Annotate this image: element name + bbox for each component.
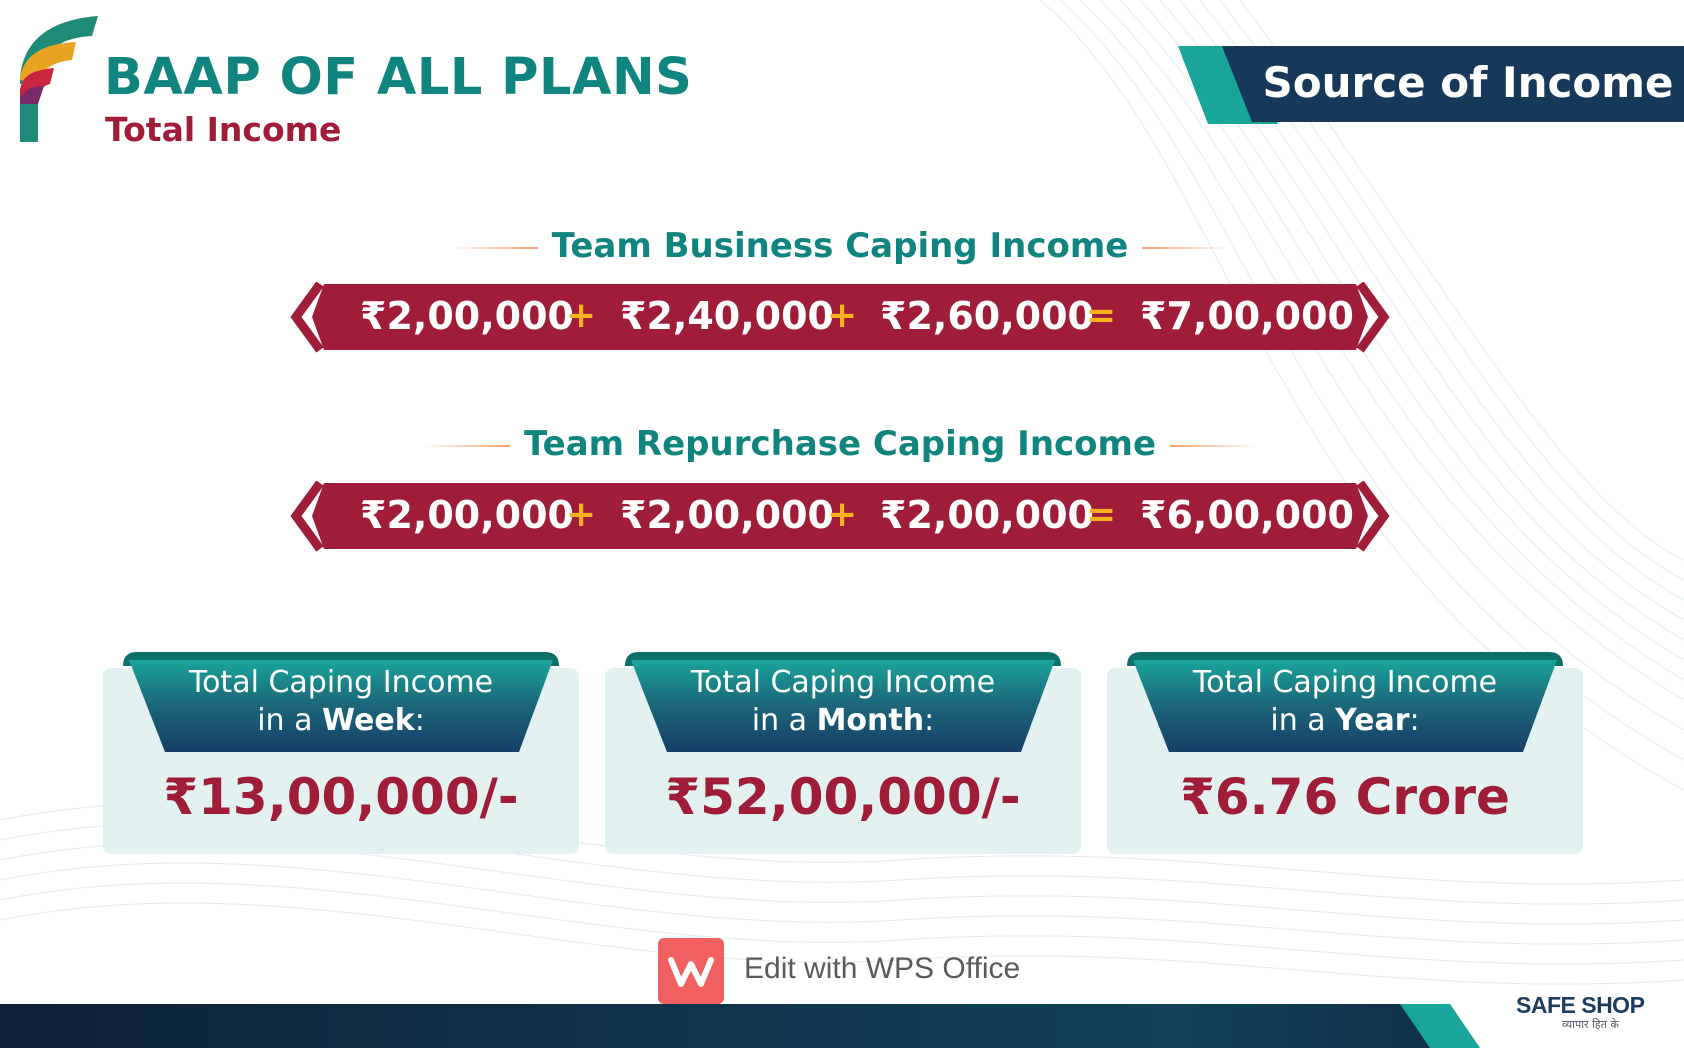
card-label-suffix: : (924, 703, 935, 738)
card-label-suffix: : (414, 703, 425, 738)
card-ribbon: Total Caping Income in a Year: (1127, 652, 1563, 756)
card-label-prefix: in a (751, 703, 817, 738)
section-heading-business: Team Business Caping Income (340, 226, 1340, 266)
card-label: Total Caping Income in a Year: (1127, 652, 1563, 740)
formula-result: ₹7,00,000 (1140, 294, 1354, 338)
footer-bar (0, 1004, 1684, 1048)
section-heading-repurchase: Team Repurchase Caping Income (340, 424, 1340, 464)
section-heading-text: Team Repurchase Caping Income (523, 424, 1157, 464)
wps-office-icon[interactable] (658, 938, 724, 1004)
income-card-week: Total Caping Income in a Week: ₹13,00,00… (103, 652, 579, 854)
formula-term: ₹2,00,000 (880, 493, 1094, 537)
heading-dash-left (423, 444, 510, 447)
formula-result: ₹6,00,000 (1140, 493, 1354, 537)
page-title: BAAP OF ALL PLANS (104, 48, 693, 107)
card-ribbon: Total Caping Income in a Week: (123, 652, 559, 756)
slide: BAAP OF ALL PLANS Total Income Source of… (0, 0, 1684, 1048)
formula-operator-plus: + (827, 494, 858, 535)
formula-term: ₹2,00,000 (360, 493, 574, 537)
source-of-income-banner: Source of Income (1178, 44, 1684, 124)
card-label-period: Week (322, 703, 415, 738)
section-heading-text: Team Business Caping Income (551, 226, 1129, 266)
formula-operator-plus: + (566, 494, 597, 535)
income-card-year: Total Caping Income in a Year: ₹6.76 Cro… (1107, 652, 1583, 854)
formula-operator-plus: + (566, 295, 597, 336)
card-label: Total Caping Income in a Week: (123, 652, 559, 740)
business-formula-ribbon: ₹2,00,000 + ₹2,40,000 + ₹2,60,000 = ₹7,0… (290, 282, 1390, 354)
card-label-prefix: in a (257, 703, 323, 738)
page-subtitle: Total Income (105, 110, 342, 149)
formula-term: ₹2,40,000 (620, 294, 834, 338)
heading-dash-left (451, 246, 538, 249)
formula-term: ₹2,00,000 (620, 493, 834, 537)
card-value: ₹13,00,000/- (163, 768, 519, 826)
income-card-month: Total Caping Income in a Month: ₹52,00,0… (605, 652, 1081, 854)
repurchase-formula-ribbon: ₹2,00,000 + ₹2,00,000 + ₹2,00,000 = ₹6,0… (290, 481, 1390, 553)
heading-dash-right (1170, 444, 1257, 447)
brand-tagline: व्यापार हित के (1562, 1018, 1619, 1031)
formula-term: ₹2,00,000 (360, 294, 574, 338)
formula-term: ₹2,60,000 (880, 294, 1094, 338)
brand-logo-icon (20, 16, 98, 142)
card-label-prefix: in a (1270, 703, 1336, 738)
card-label-line1: Total Caping Income (690, 665, 996, 700)
card-label-line1: Total Caping Income (1192, 665, 1498, 700)
brand-name: SAFE SHOP (1516, 992, 1645, 1018)
card-value: ₹6.76 Crore (1180, 768, 1510, 826)
card-label-line1: Total Caping Income (188, 665, 494, 700)
formula-operator-plus: + (827, 295, 858, 336)
card-label-suffix: : (1409, 703, 1420, 738)
safe-shop-brand: SAFE SHOP व्यापार हित के (1516, 992, 1645, 1032)
card-value: ₹52,00,000/- (665, 768, 1021, 826)
formula-operator-equals: = (1086, 295, 1117, 336)
heading-dash-right (1142, 246, 1229, 249)
card-label: Total Caping Income in a Month: (625, 652, 1061, 740)
source-banner-label: Source of Income (1262, 58, 1674, 107)
card-label-period: Month (816, 703, 925, 738)
formula-operator-equals: = (1086, 494, 1117, 535)
card-ribbon: Total Caping Income in a Month: (625, 652, 1061, 756)
wps-logo-glyph (668, 957, 714, 987)
wps-edit-link[interactable]: Edit with WPS Office (744, 952, 1020, 986)
card-label-period: Year (1335, 703, 1410, 738)
